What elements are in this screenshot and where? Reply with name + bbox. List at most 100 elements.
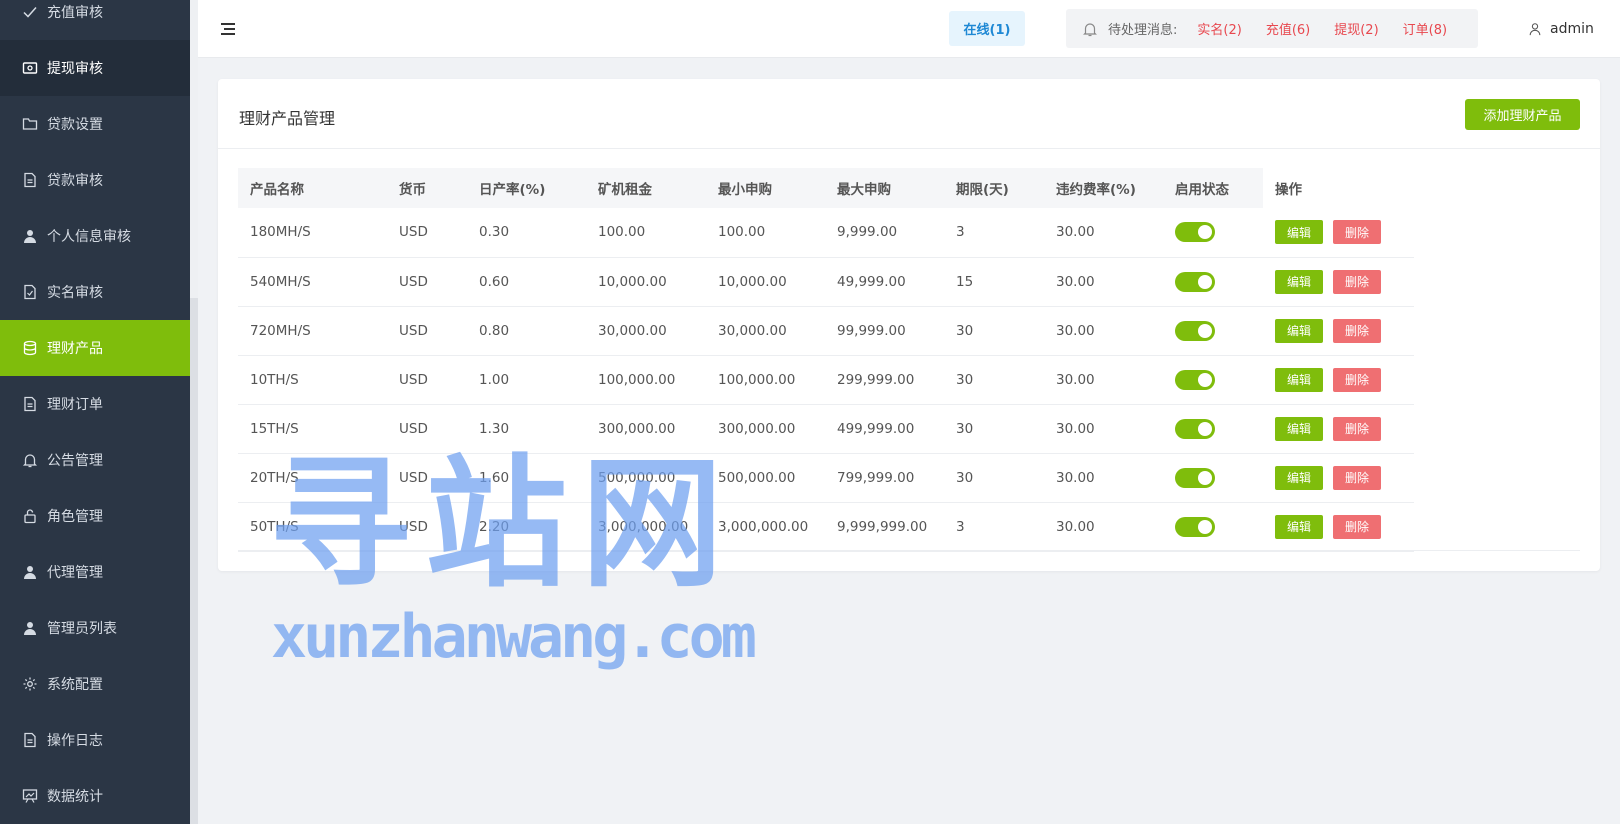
sidebar-item-admin-list[interactable]: 管理员列表 <box>0 600 190 656</box>
sidebar-item-withdraw-review[interactable]: 提现审核 <box>0 40 190 96</box>
table-row: 540MH/S USD 0.60 10,000.00 10,000.00 49,999.0… <box>238 257 1414 307</box>
edit-button[interactable]: 编辑 <box>1275 269 1323 294</box>
sidebar-item-label: 贷款审核 <box>47 173 103 189</box>
delete-button[interactable]: 删除 <box>1333 367 1381 392</box>
add-product-button[interactable]: 添加理财产品 <box>1465 99 1580 130</box>
sidebar-item-statistics[interactable]: 数据统计 <box>0 768 190 824</box>
username: admin <box>1550 21 1594 37</box>
edit-button[interactable]: 编辑 <box>1275 465 1323 490</box>
cell-actions: 编辑 删除 <box>1263 306 1414 356</box>
table-row: 720MH/S USD 0.80 30,000.00 30,000.00 99,999.0… <box>238 306 1414 356</box>
enabled-toggle[interactable] <box>1175 320 1215 341</box>
sidebar-item-label: 数据统计 <box>47 789 103 805</box>
column-header: 违约费率(%) <box>1044 168 1163 208</box>
cell-days: 30 <box>944 453 1044 503</box>
notice-realname-link[interactable]: 实名(2) <box>1197 19 1241 38</box>
sidebar-item-finance-products[interactable]: 理财产品 <box>0 320 190 376</box>
gear-icon <box>22 676 38 692</box>
cell-currency: USD <box>387 208 467 258</box>
column-header: 矿机租金 <box>586 168 706 208</box>
notice-order-link[interactable]: 订单(8) <box>1403 19 1447 38</box>
products-table: 产品名称 货币 日产率(%) 矿机租金 最小申购 最大申购 期限(天) 违约费率… <box>238 168 1414 552</box>
delete-button[interactable]: 删除 <box>1333 465 1381 490</box>
sidebar-item-label: 公告管理 <box>47 453 103 469</box>
user-menu[interactable]: admin <box>1528 18 1594 40</box>
enabled-toggle[interactable] <box>1175 516 1215 537</box>
watermark-sub: xunzhanwang.com <box>271 602 757 672</box>
cell-actions: 编辑 删除 <box>1263 208 1414 258</box>
menu-toggle-icon[interactable] <box>220 21 236 37</box>
sidebar-item-operation-log[interactable]: 操作日志 <box>0 712 190 768</box>
sidebar-item-system-config[interactable]: 系统配置 <box>0 656 190 712</box>
online-count-badge[interactable]: 在线(1) <box>949 11 1025 46</box>
cell-enabled <box>1163 404 1263 454</box>
delete-button[interactable]: 删除 <box>1333 220 1381 245</box>
notice-withdraw-link[interactable]: 提现(2) <box>1334 19 1378 38</box>
cell-min: 100.00 <box>706 208 825 258</box>
cell-penalty: 30.00 <box>1044 355 1163 405</box>
cell-min: 100,000.00 <box>706 355 825 405</box>
sidebar-item-loan-settings[interactable]: 贷款设置 <box>0 96 190 152</box>
cell-currency: USD <box>387 502 467 552</box>
cell-days: 30 <box>944 355 1044 405</box>
cell-max: 799,999.00 <box>825 453 944 503</box>
cell-max: 9,999.00 <box>825 208 944 258</box>
sidebar-item-finance-orders[interactable]: 理财订单 <box>0 376 190 432</box>
sidebar-item-roles[interactable]: 角色管理 <box>0 488 190 544</box>
sidebar-item-label: 操作日志 <box>47 733 103 749</box>
column-header: 期限(天) <box>944 168 1044 208</box>
cell-penalty: 30.00 <box>1044 208 1163 258</box>
cell-name: 15TH/S <box>238 404 387 454</box>
enabled-toggle[interactable] <box>1175 222 1215 243</box>
sidebar-item-recharge-review[interactable]: 充值审核 <box>0 0 190 40</box>
column-header: 操作 <box>1263 168 1414 208</box>
sidebar-item-loan-review[interactable]: 贷款审核 <box>0 152 190 208</box>
cell-rate: 1.60 <box>467 453 586 503</box>
user-icon <box>1529 23 1541 36</box>
page-title: 理财产品管理 <box>239 109 336 128</box>
cell-days: 30 <box>944 404 1044 454</box>
enabled-toggle[interactable] <box>1175 418 1215 439</box>
enabled-toggle[interactable] <box>1175 369 1215 390</box>
notice-recharge-link[interactable]: 充值(6) <box>1266 19 1310 38</box>
sidebar-item-realname-review[interactable]: 实名审核 <box>0 264 190 320</box>
sidebar-item-personal-info-review[interactable]: 个人信息审核 <box>0 208 190 264</box>
cell-actions: 编辑 删除 <box>1263 355 1414 405</box>
table-header-row: 产品名称 货币 日产率(%) 矿机租金 最小申购 最大申购 期限(天) 违约费率… <box>238 168 1414 208</box>
sidebar-item-label: 个人信息审核 <box>47 229 131 245</box>
edit-button[interactable]: 编辑 <box>1275 367 1323 392</box>
delete-button[interactable]: 删除 <box>1333 416 1381 441</box>
edit-button[interactable]: 编辑 <box>1275 416 1323 441</box>
sidebar-item-announcements[interactable]: 公告管理 <box>0 432 190 488</box>
sidebar-scrollbar[interactable] <box>190 298 198 824</box>
cell-max: 9,999,999.00 <box>825 502 944 552</box>
delete-button[interactable]: 删除 <box>1333 514 1381 539</box>
cell-penalty: 30.00 <box>1044 257 1163 307</box>
products-card: 理财产品管理 添加理财产品 产品名称 货币 日产率(%) 矿机租金 最小申购 最… <box>218 79 1600 571</box>
column-header: 最小申购 <box>706 168 825 208</box>
edit-button[interactable]: 编辑 <box>1275 318 1323 343</box>
delete-button[interactable]: 删除 <box>1333 269 1381 294</box>
sidebar-item-agents[interactable]: 代理管理 <box>0 544 190 600</box>
cell-max: 299,999.00 <box>825 355 944 405</box>
cell-currency: USD <box>387 404 467 454</box>
cell-enabled <box>1163 502 1263 552</box>
table-row: 10TH/S USD 1.00 100,000.00 100,000.00 299,999… <box>238 355 1414 405</box>
sidebar-item-label: 理财产品 <box>47 341 103 357</box>
enabled-toggle[interactable] <box>1175 271 1215 292</box>
sidebar-item-label: 理财订单 <box>47 397 103 413</box>
edit-button[interactable]: 编辑 <box>1275 514 1323 539</box>
cell-days: 30 <box>944 306 1044 356</box>
cell-actions: 编辑 删除 <box>1263 404 1414 454</box>
cell-rate: 0.30 <box>467 208 586 258</box>
enabled-toggle[interactable] <box>1175 467 1215 488</box>
table-row: 180MH/S USD 0.30 100.00 100.00 9,999.00 3 30.00… <box>238 208 1414 258</box>
wallet-icon <box>22 60 38 76</box>
table-row: 50TH/S USD 2.20 3,000,000.00 3,000,000.00 9,9… <box>238 502 1414 552</box>
document-icon <box>22 172 38 188</box>
delete-button[interactable]: 删除 <box>1333 318 1381 343</box>
user-icon <box>22 228 38 244</box>
edit-button[interactable]: 编辑 <box>1275 220 1323 245</box>
cell-max: 49,999.00 <box>825 257 944 307</box>
card-header: 理财产品管理 添加理财产品 <box>218 79 1600 149</box>
